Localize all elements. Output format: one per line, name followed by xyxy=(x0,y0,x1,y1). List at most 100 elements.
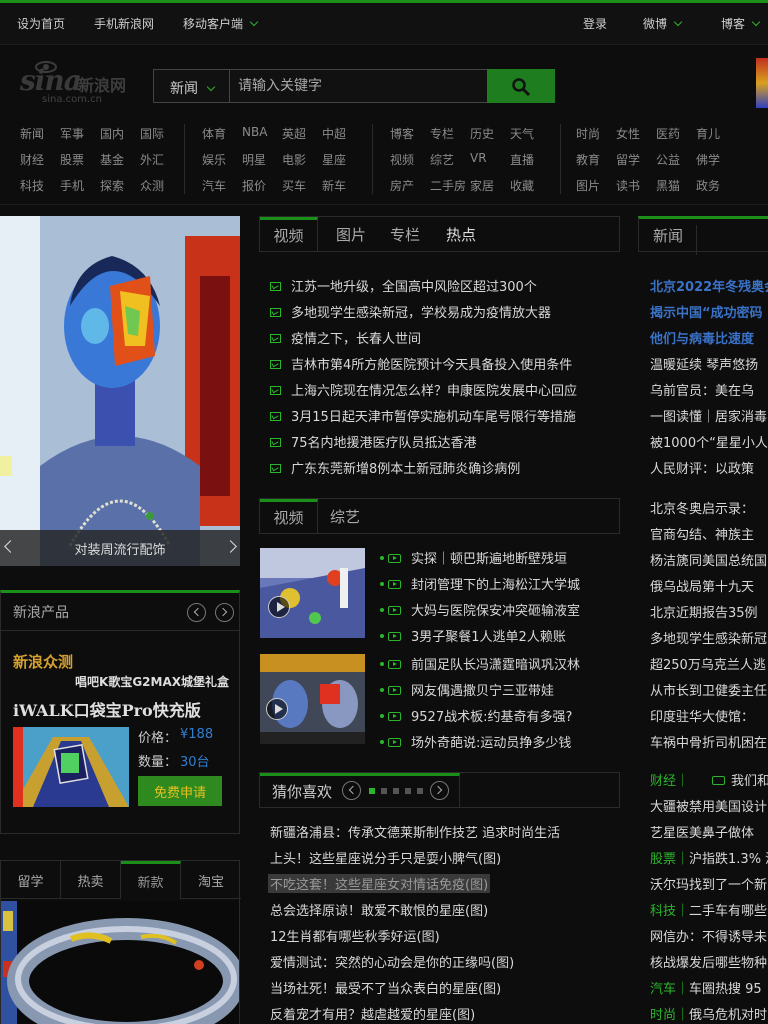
right-news-item[interactable]: 大疆被禁用美国设计 xyxy=(650,796,767,815)
slideshow-image[interactable] xyxy=(0,216,240,566)
right-news-item[interactable]: 揭示中国“成功密码 xyxy=(650,302,763,321)
nav-link[interactable]: VR xyxy=(470,151,487,165)
nav-link[interactable]: 体育 xyxy=(202,125,226,142)
right-news-item[interactable]: 超250万乌克兰人逃 xyxy=(650,654,766,673)
right-news-item[interactable]: 多地现学生感染新冠 xyxy=(650,628,767,647)
nav-link[interactable]: 女性 xyxy=(616,125,640,142)
nav-link[interactable]: 买车 xyxy=(282,177,306,194)
right-news-item[interactable]: 核战爆发后哪些物种 xyxy=(650,952,767,971)
right-news-item[interactable]: 时尚｜俄乌危机对时 xyxy=(650,1004,767,1023)
nav-link[interactable]: 明星 xyxy=(242,151,266,168)
video-item[interactable]: 场外奇葩说:运动员挣多少钱 xyxy=(388,732,571,751)
page-dot[interactable] xyxy=(381,788,387,794)
news-item[interactable]: 广东东莞新增8例本土新冠肺炎确诊病例 xyxy=(270,458,520,477)
guess-item[interactable]: 新疆洛浦县：传承文德莱斯制作技艺 追求时尚生活 xyxy=(270,822,560,841)
right-news-item[interactable]: 车祸中骨折司机困在 xyxy=(650,732,767,751)
guess-item[interactable]: 反着宠才有用？越虐越爱的星座(图) xyxy=(270,1004,475,1023)
right-news-item[interactable]: 杨洁篪同美国总统国 xyxy=(650,550,767,569)
nav-link[interactable]: 综艺 xyxy=(430,151,454,168)
mobile-sina-link[interactable]: 手机新浪网 xyxy=(94,15,154,32)
nav-link[interactable]: 房产 xyxy=(390,177,414,194)
nav-link[interactable]: 汽车 xyxy=(202,177,226,194)
right-news-item[interactable]: 汽车｜车圈热搜 95 xyxy=(650,978,762,997)
tab-hot-sale[interactable]: 热卖 xyxy=(61,861,121,899)
nav-link[interactable]: 视频 xyxy=(390,151,414,168)
sina-logo[interactable]: sina 新浪网 sina.com.cn xyxy=(20,58,132,106)
guess-item[interactable]: 12生肖都有哪些秋季好运(图) xyxy=(270,926,440,945)
nav-link[interactable]: 国际 xyxy=(140,125,164,142)
right-news-item[interactable]: 印度驻华大使馆： xyxy=(650,706,754,725)
page-dot[interactable] xyxy=(393,788,399,794)
nav-link[interactable]: 股票 xyxy=(60,151,84,168)
mobile-client-menu[interactable]: 移动客户端 xyxy=(183,15,259,32)
nav-link[interactable]: 时尚 xyxy=(576,125,600,142)
nav-link[interactable]: 中超 xyxy=(322,125,346,142)
right-news-item[interactable]: 他们与病毒比速度 xyxy=(650,328,754,347)
nav-link[interactable]: 手机 xyxy=(60,177,84,194)
right-news-item[interactable]: 一图读懂｜居家消毒 xyxy=(650,406,767,425)
right-news-item[interactable]: 官商勾结、神族主 xyxy=(650,524,754,543)
tab-columns[interactable]: 专栏 xyxy=(390,217,420,251)
video-item[interactable]: 3男子聚餐1人逃单2人赖账 xyxy=(388,626,566,645)
nav-link[interactable]: 公益 xyxy=(656,151,680,168)
tab-video[interactable]: 视频 xyxy=(260,217,318,251)
nav-link[interactable]: 新车 xyxy=(322,177,346,194)
page-dot-active[interactable] xyxy=(369,788,375,794)
guess-item[interactable]: 总会选择原谅！敢爱不敢恨的星座(图) xyxy=(270,900,488,919)
nav-link[interactable]: 娱乐 xyxy=(202,151,226,168)
nav-link[interactable]: 探索 xyxy=(100,177,124,194)
search-input[interactable] xyxy=(238,76,478,96)
tab-pictures[interactable]: 图片 xyxy=(336,217,366,251)
search-category-select[interactable]: 新闻 xyxy=(154,70,230,102)
products-prev-button[interactable] xyxy=(187,603,206,622)
nav-link[interactable]: 国内 xyxy=(100,125,124,142)
video-item[interactable]: 大妈与医院保安冲突砸输液室 xyxy=(388,600,580,619)
right-news-item[interactable]: 艺星医美鼻子做体 xyxy=(650,822,754,841)
nav-link[interactable]: 读书 xyxy=(616,177,640,194)
nav-link[interactable]: 教育 xyxy=(576,151,600,168)
nav-link[interactable]: 博客 xyxy=(390,125,414,142)
news-item[interactable]: 3月15日起天津市暂停实施机动车尾号限行等措施 xyxy=(270,406,576,425)
nav-link[interactable]: 图片 xyxy=(576,177,600,194)
nav-link[interactable]: 家居 xyxy=(470,177,494,194)
right-news-item[interactable]: 股票｜沪指跌1.3% 港 xyxy=(650,848,768,867)
products-next-button[interactable] xyxy=(215,603,234,622)
side-ad-banner[interactable] xyxy=(756,58,768,108)
news-item[interactable]: 多地现学生感染新冠，学校易成为疫情放大器 xyxy=(270,302,551,321)
page-dot[interactable] xyxy=(417,788,423,794)
blog-menu[interactable]: 博客 xyxy=(721,15,761,32)
nav-link[interactable]: 政务 xyxy=(696,177,720,194)
video-item[interactable]: 9527战术板:约基奇有多强? xyxy=(388,706,572,725)
guess-item[interactable]: 不吃这套！这些星座女对情话免疫(图) xyxy=(268,874,491,893)
nav-link[interactable]: 黑猫 xyxy=(656,177,680,194)
news-item[interactable]: 吉林市第4所方舱医院预计今天具备投入使用条件 xyxy=(270,354,572,373)
right-news-item[interactable]: 北京近期报告35例 xyxy=(650,602,758,621)
right-news-item[interactable]: 科技｜二手车有哪些 xyxy=(650,900,767,919)
tab-new-arrivals[interactable]: 新款 xyxy=(121,861,181,899)
right-news-item[interactable]: 沃尔玛找到了一个新 xyxy=(650,874,767,893)
nav-link[interactable]: 科技 xyxy=(20,177,44,194)
right-news-item[interactable]: 乌前官员：美在乌 xyxy=(650,380,754,399)
right-news-item[interactable]: 北京2022年冬残奥会 xyxy=(650,276,768,295)
nav-link[interactable]: 历史 xyxy=(470,125,494,142)
nav-link[interactable]: 二手房 xyxy=(430,177,466,194)
right-news-item[interactable]: 从市长到卫健委主任 xyxy=(650,680,767,699)
tab-taobao[interactable]: 淘宝 xyxy=(181,861,241,899)
nav-link[interactable]: 财经 xyxy=(20,151,44,168)
nav-link[interactable]: 众测 xyxy=(140,177,164,194)
news-item[interactable]: 上海六院现在情况怎么样？申康医院发展中心回应 xyxy=(270,380,577,399)
page-dot[interactable] xyxy=(405,788,411,794)
nav-link[interactable]: 天气 xyxy=(510,125,534,142)
guess-item[interactable]: 当场社死！最受不了当众表白的星座(图) xyxy=(270,978,501,997)
login-link[interactable]: 登录 xyxy=(583,15,607,32)
nav-link[interactable]: 基金 xyxy=(100,151,124,168)
crowdtest-title[interactable]: 新浪众测 xyxy=(13,651,73,672)
product-image[interactable] xyxy=(1,901,239,1024)
video-item[interactable]: 封闭管理下的上海松江大学城 xyxy=(388,574,580,593)
video-item[interactable]: 网友偶遇撒贝宁三亚带娃 xyxy=(388,680,554,699)
nav-link[interactable]: 佛学 xyxy=(696,151,720,168)
nav-link[interactable]: 外汇 xyxy=(140,151,164,168)
nav-link[interactable]: 留学 xyxy=(616,151,640,168)
right-news-item[interactable]: 俄乌战局第十九天 xyxy=(650,576,754,595)
weibo-menu[interactable]: 微博 xyxy=(643,15,683,32)
